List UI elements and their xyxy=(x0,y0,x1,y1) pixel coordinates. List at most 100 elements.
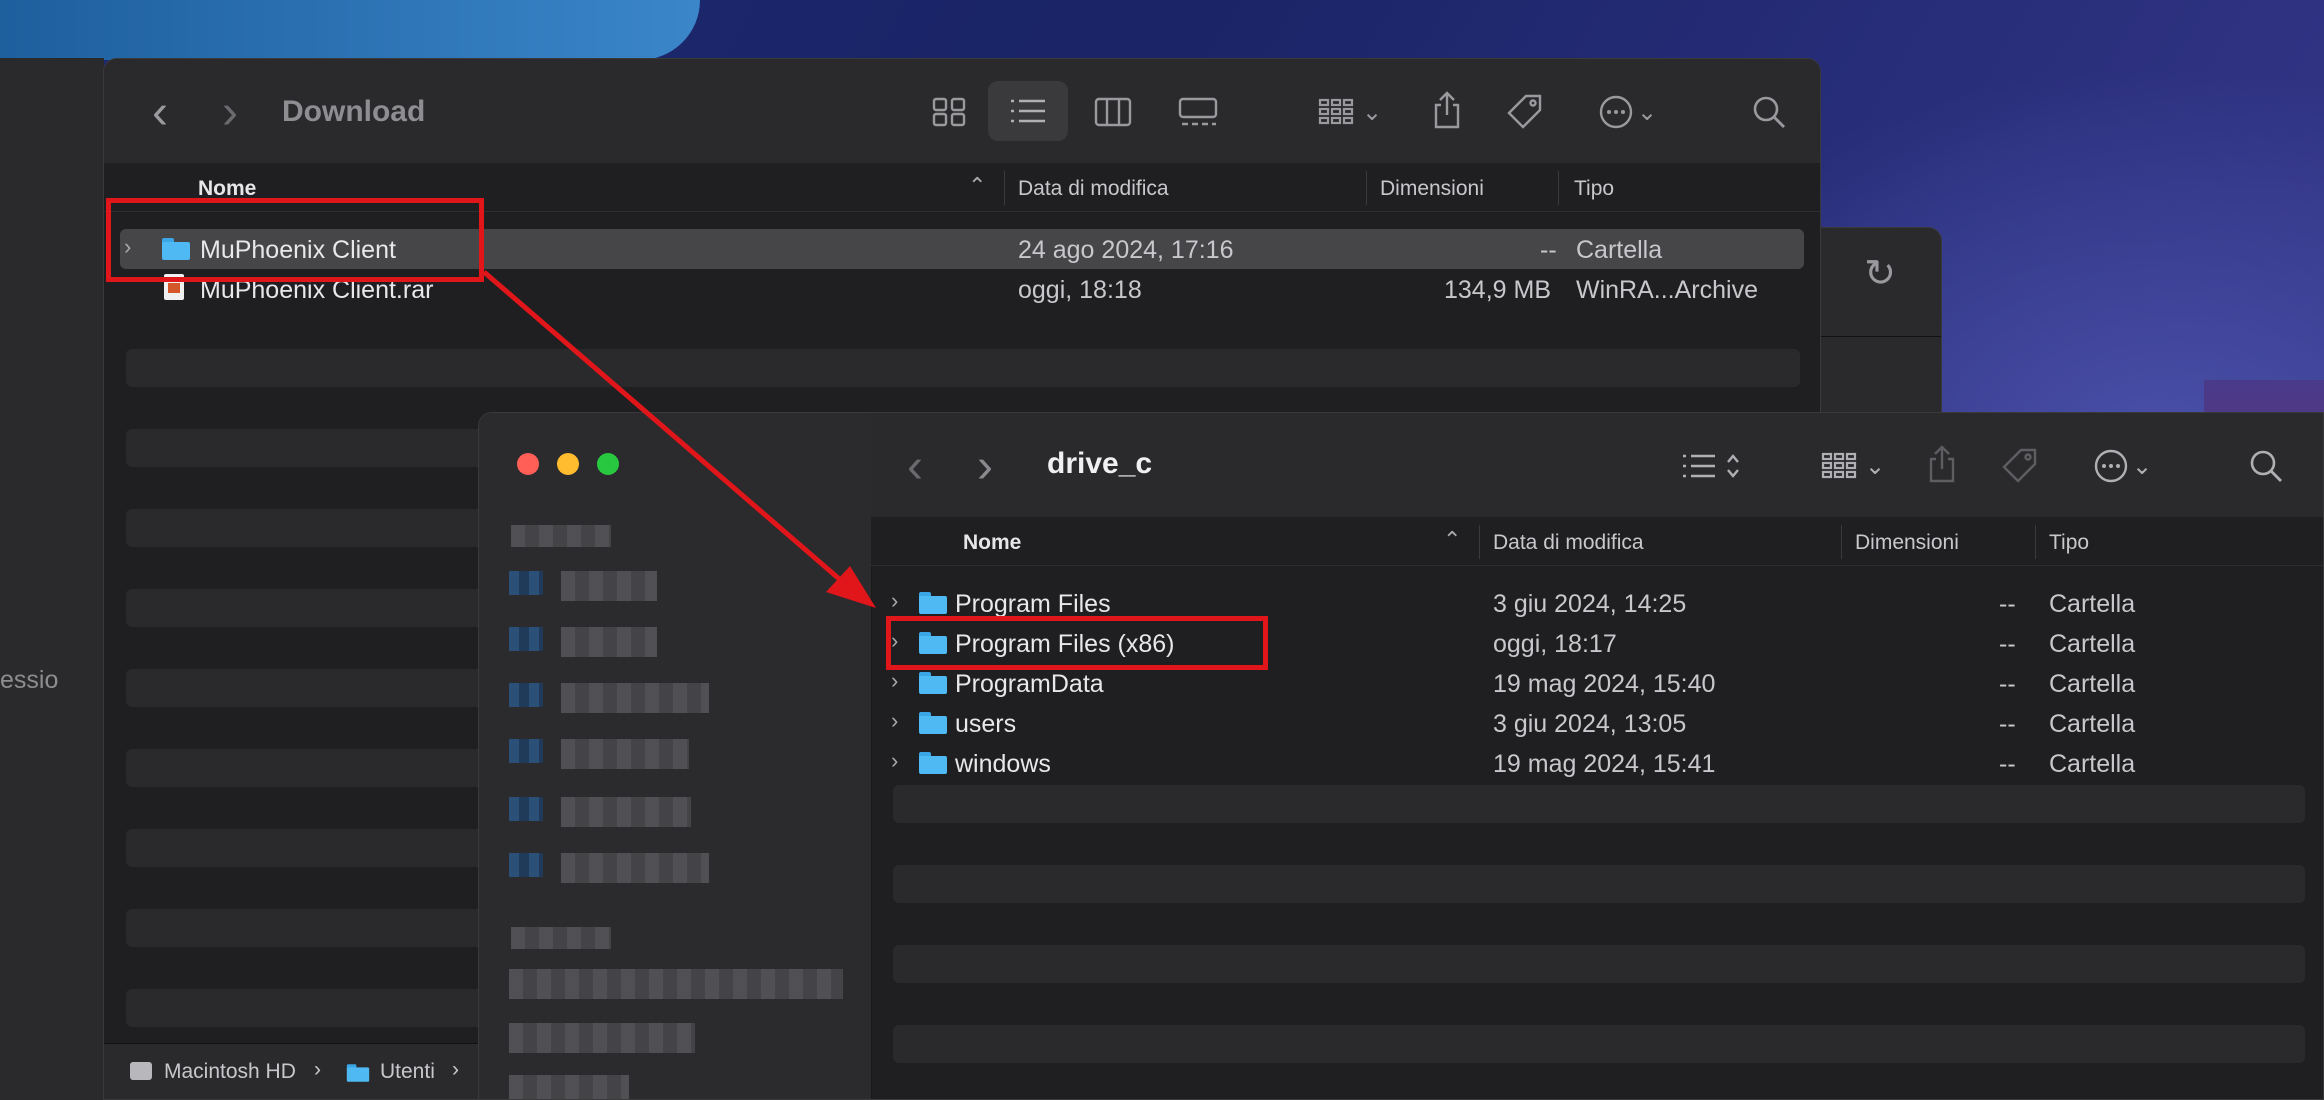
chevron-down-icon: ⌄ xyxy=(1361,98,1383,126)
zoom-window-button[interactable] xyxy=(597,453,619,475)
tag-icon xyxy=(2002,448,2037,483)
sort-ascending-icon[interactable]: ⌃ xyxy=(968,173,986,199)
sidebar-item[interactable] xyxy=(509,1075,629,1099)
row-kind: WinRA...Archive xyxy=(1576,276,1758,304)
sidebar-section-heading xyxy=(511,525,611,547)
sidebar-item[interactable] xyxy=(509,1023,695,1053)
minimize-window-button[interactable] xyxy=(557,453,579,475)
forward-button[interactable]: › xyxy=(210,86,250,139)
column-view-button[interactable] xyxy=(1088,89,1138,135)
grid-icon xyxy=(932,97,966,127)
back-button[interactable]: ‹ xyxy=(895,440,935,493)
gallery-icon xyxy=(1178,97,1218,126)
empty-row-stripe xyxy=(893,945,2305,983)
column-header: Nome ⌃ Data di modifica Dimensioni Tipo xyxy=(871,517,2323,566)
row-name: users xyxy=(955,710,1017,738)
empty-row-stripe xyxy=(126,349,1800,387)
share-button[interactable] xyxy=(1422,85,1472,135)
column-kind[interactable]: Tipo xyxy=(2049,531,2089,555)
empty-row-stripe xyxy=(893,1025,2305,1063)
row-kind: Cartella xyxy=(1576,236,1663,264)
list-icon xyxy=(1683,454,1715,478)
close-window-button[interactable] xyxy=(517,453,539,475)
sidebar-item[interactable] xyxy=(561,797,691,827)
sidebar-item[interactable] xyxy=(509,969,843,999)
share-icon xyxy=(1929,445,1955,483)
icon-view-button[interactable] xyxy=(924,89,974,135)
search-button[interactable] xyxy=(1744,87,1794,137)
sidebar-item[interactable] xyxy=(561,739,689,769)
search-icon xyxy=(1753,96,1785,128)
row-date: 24 ago 2024, 17:16 xyxy=(1018,236,1234,264)
disclosure-chevron-icon[interactable]: › xyxy=(891,668,898,694)
sidebar-item-icon xyxy=(509,797,543,821)
path-separator: › xyxy=(452,1058,459,1081)
column-size[interactable]: Dimensioni xyxy=(1380,177,1484,201)
row-date: 3 giu 2024, 14:25 xyxy=(1493,590,1687,618)
column-kind[interactable]: Tipo xyxy=(1574,177,1614,201)
row-date: 19 mag 2024, 15:41 xyxy=(1493,750,1716,778)
row-size: -- xyxy=(1999,670,2016,698)
column-size[interactable]: Dimensioni xyxy=(1855,531,1959,555)
list-view-button[interactable] xyxy=(1671,441,1751,491)
empty-row-stripe xyxy=(893,785,2305,823)
sidebar-item[interactable] xyxy=(561,571,657,601)
chevron-down-icon: ⌄ xyxy=(1636,98,1658,126)
list-view-button[interactable] xyxy=(988,81,1068,141)
share-button[interactable] xyxy=(1917,439,1967,489)
tag-button[interactable] xyxy=(1995,441,2045,491)
disclosure-chevron-icon[interactable]: › xyxy=(891,708,898,734)
path-disk[interactable]: Macintosh HD xyxy=(164,1060,296,1084)
sidebar-item[interactable] xyxy=(561,627,657,657)
row-kind: Cartella xyxy=(2049,670,2136,698)
toolbar: ‹ › drive_c ⌄ ⌄ xyxy=(871,413,2323,518)
more-actions-button[interactable]: ⌄ xyxy=(2083,441,2163,491)
column-date[interactable]: Data di modifica xyxy=(1493,531,1644,555)
ghost-text: essio xyxy=(0,666,59,694)
folder-icon xyxy=(346,1064,370,1082)
desktop-wallpaper-top xyxy=(0,0,700,60)
sidebar-item[interactable] xyxy=(561,853,709,883)
row-kind: Cartella xyxy=(2049,630,2136,658)
table-row[interactable]: › windows 19 mag 2024, 15:41 -- Cartella xyxy=(871,743,2323,783)
tag-button[interactable] xyxy=(1500,87,1550,137)
disclosure-chevron-icon[interactable]: › xyxy=(891,588,898,614)
group-button[interactable]: ⌄ xyxy=(1310,89,1390,135)
sort-ascending-icon[interactable]: ⌃ xyxy=(1443,527,1461,553)
group-icon xyxy=(1318,98,1354,125)
sidebar-item-icon xyxy=(509,571,543,595)
more-actions-button[interactable]: ⌄ xyxy=(1588,87,1668,137)
chevron-down-icon: ⌄ xyxy=(2131,452,2153,480)
back-button[interactable]: ‹ xyxy=(140,86,180,139)
gallery-view-button[interactable] xyxy=(1170,89,1226,135)
sidebar-item-icon xyxy=(509,627,543,651)
row-size: -- xyxy=(1999,630,2016,658)
row-date: 3 giu 2024, 13:05 xyxy=(1493,710,1687,738)
table-row[interactable]: › users 3 giu 2024, 13:05 -- Cartella xyxy=(871,703,2323,743)
search-button[interactable] xyxy=(2241,441,2291,491)
toolbar: ‹ › Download ⌄ ⌄ xyxy=(104,59,1820,164)
path-folder[interactable]: Utenti xyxy=(380,1060,435,1084)
refresh-icon[interactable]: ↻ xyxy=(1855,248,1905,298)
annotation-highlight-muphoenix xyxy=(106,198,484,282)
folder-icon xyxy=(919,712,947,734)
row-size: -- xyxy=(1999,750,2016,778)
background-window-left: essio xyxy=(0,58,104,1100)
folder-icon xyxy=(919,672,947,694)
list-icon xyxy=(1011,99,1045,123)
chevron-down-icon: ⌄ xyxy=(1864,452,1886,480)
columns-icon xyxy=(1094,97,1132,127)
column-name[interactable]: Nome xyxy=(963,531,1021,555)
window-title: Download xyxy=(282,95,426,128)
row-kind: Cartella xyxy=(2049,590,2136,618)
share-icon xyxy=(1434,91,1460,129)
row-date: oggi, 18:17 xyxy=(1493,630,1617,658)
group-button[interactable]: ⌄ xyxy=(1813,443,1893,489)
sidebar-item[interactable] xyxy=(561,683,709,713)
forward-button[interactable]: › xyxy=(965,440,1005,493)
sidebar-item-icon xyxy=(509,853,543,877)
column-date[interactable]: Data di modifica xyxy=(1018,177,1169,201)
row-date: 19 mag 2024, 15:40 xyxy=(1493,670,1716,698)
disclosure-chevron-icon[interactable]: › xyxy=(891,748,898,774)
group-icon xyxy=(1821,452,1857,479)
